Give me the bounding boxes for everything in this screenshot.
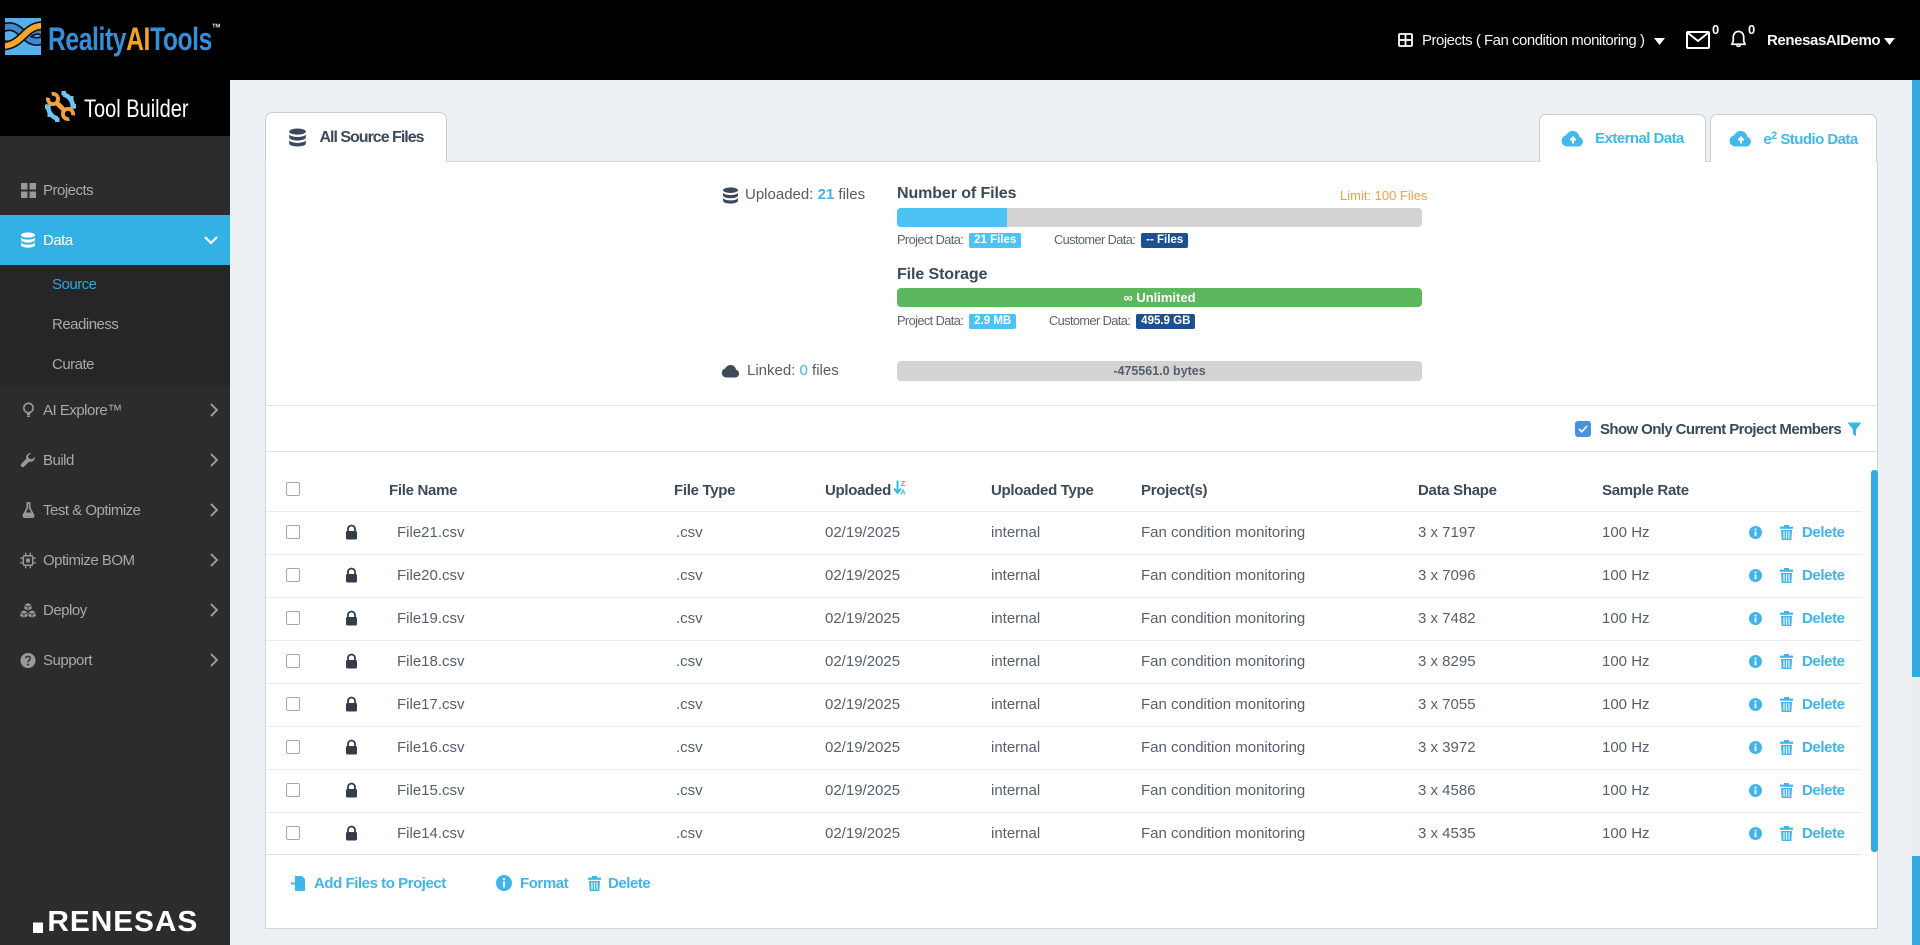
svg-text:RENESAS: RENESAS	[47, 905, 198, 938]
svg-text:A: A	[900, 488, 906, 495]
